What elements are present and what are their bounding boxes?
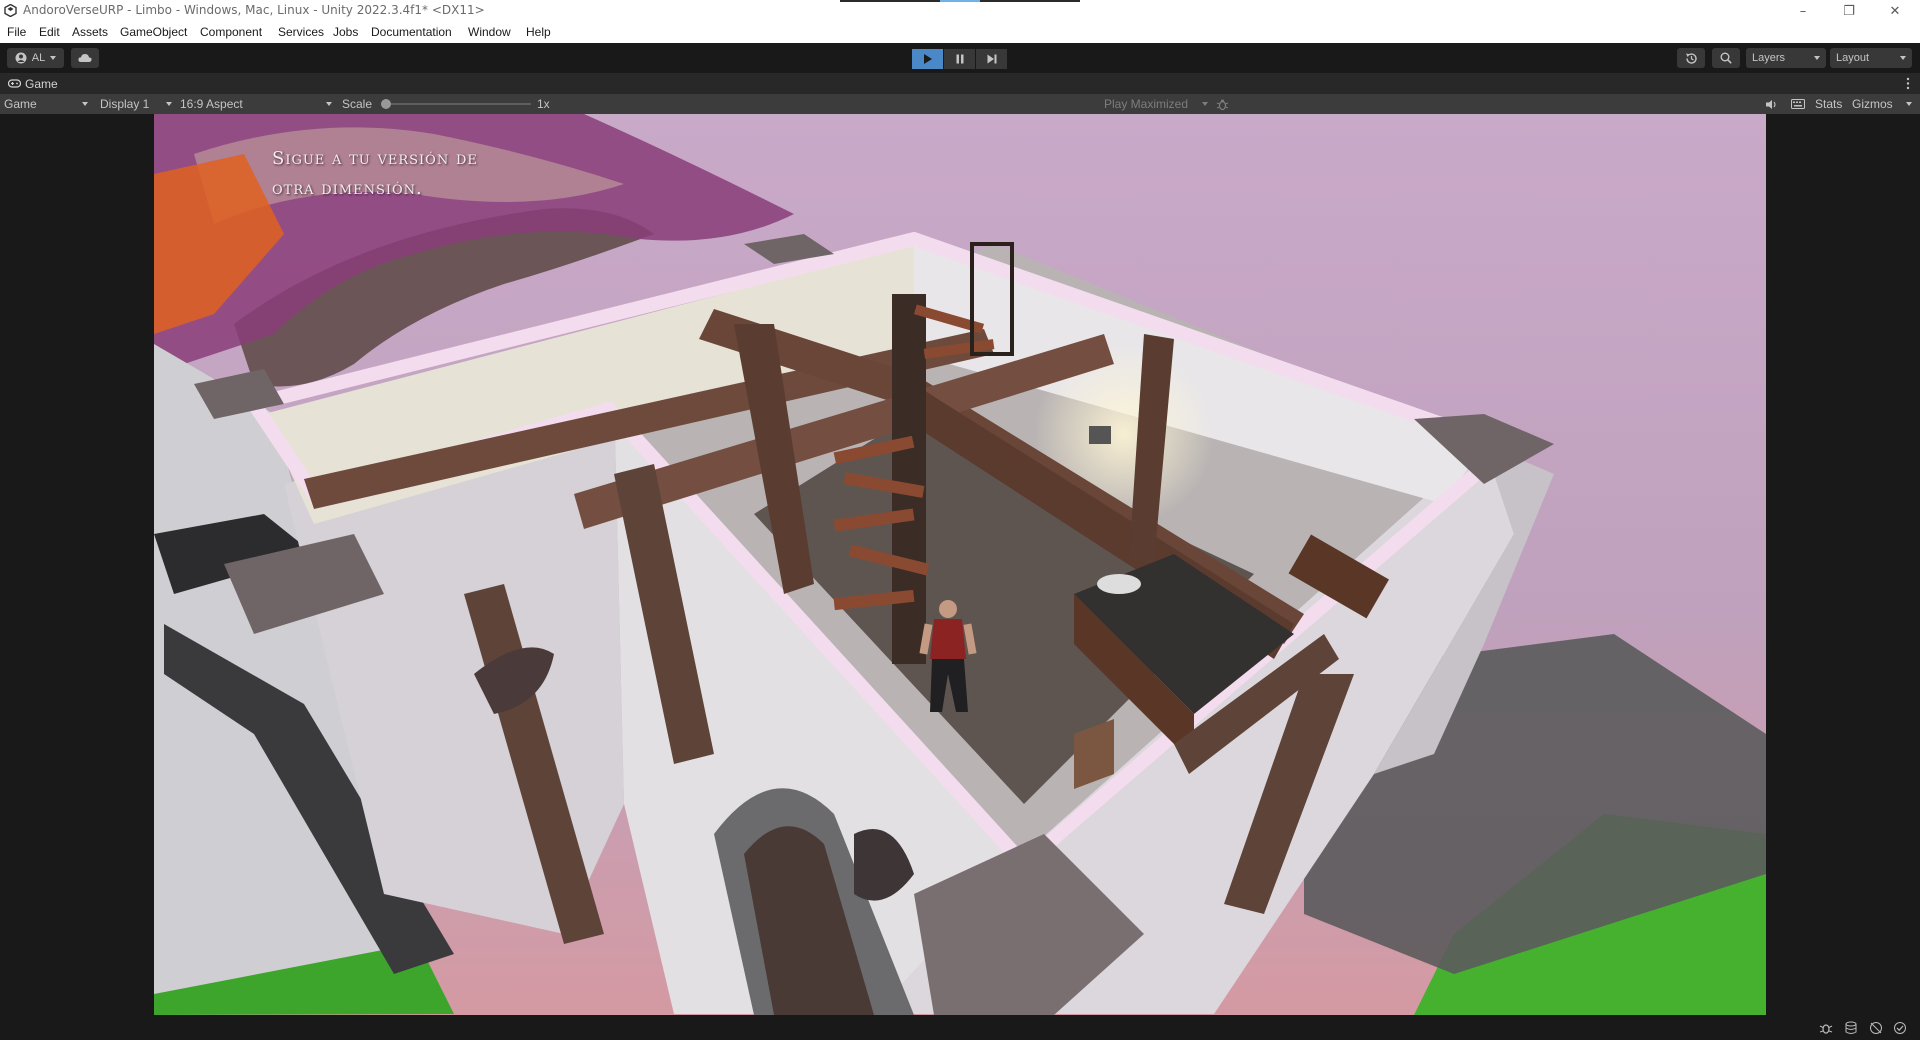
pause-button[interactable] [944, 49, 975, 69]
gamepad-icon [8, 79, 21, 88]
subtitle-line-1: Sigue a tu versión de [272, 148, 478, 169]
scale-slider[interactable] [381, 94, 531, 114]
layout-label: Layout [1836, 52, 1870, 64]
cloud-icon [78, 54, 92, 62]
menu-jobs[interactable]: Jobs [333, 25, 358, 39]
cloud-button[interactable] [71, 48, 99, 68]
more-options-icon[interactable] [1902, 76, 1914, 91]
chevron-down-icon [1814, 56, 1820, 60]
status-bar [0, 1015, 1920, 1040]
account-label: AL [31, 52, 46, 64]
scale-value: 1x [537, 97, 550, 111]
subtitle-text: Sigue a tu versión de otra dimensión. [272, 144, 478, 204]
tab-bar: Game [0, 73, 1920, 94]
play-mode-label: Play Maximized [1104, 97, 1189, 111]
game-scene [154, 114, 1766, 1015]
play-icon [923, 54, 932, 64]
search-icon [1720, 52, 1732, 64]
pause-icon [956, 54, 963, 64]
history-icon [1685, 52, 1697, 64]
view-mode-label: Game [4, 97, 37, 111]
step-button[interactable] [976, 49, 1007, 69]
menu-help[interactable]: Help [526, 25, 551, 39]
menu-window[interactable]: Window [468, 25, 511, 39]
scale-slider-thumb[interactable] [381, 99, 391, 109]
menu-component[interactable]: Component [200, 25, 262, 39]
step-icon [987, 54, 996, 64]
account-icon [15, 52, 27, 64]
minimize-button[interactable]: – [1780, 0, 1826, 22]
chevron-down-icon [166, 102, 172, 106]
aspect-label: 16:9 Aspect [180, 97, 243, 111]
gizmos-button[interactable]: Gizmos [1852, 94, 1893, 114]
restore-button[interactable]: ❐ [1826, 0, 1872, 22]
aspect-dropdown[interactable]: 16:9 Aspect [180, 94, 332, 114]
layout-dropdown[interactable]: Layout [1830, 48, 1912, 68]
menu-documentation[interactable]: Documentation [371, 25, 452, 39]
menu-assets[interactable]: Assets [72, 25, 108, 39]
chevron-down-icon [326, 102, 332, 106]
undo-history-button[interactable] [1677, 48, 1705, 68]
tab-game[interactable]: Game [0, 73, 66, 94]
view-mode-dropdown[interactable]: Game [4, 94, 88, 114]
check-circle-icon[interactable] [1893, 1021, 1907, 1035]
close-button[interactable]: ✕ [1872, 0, 1918, 22]
network-off-icon[interactable] [1869, 1021, 1883, 1035]
layers-label: Layers [1752, 52, 1786, 64]
bug-toggle[interactable] [1216, 94, 1229, 114]
menu-bar: File Edit Assets GameObject Component Se… [0, 22, 1920, 43]
audio-toggle[interactable] [1765, 94, 1778, 114]
tab-game-label: Game [25, 76, 58, 91]
menu-edit[interactable]: Edit [39, 25, 60, 39]
unity-logo-icon [4, 4, 17, 17]
layers-dropdown[interactable]: Layers [1746, 48, 1826, 68]
stats-button[interactable]: Stats [1815, 94, 1842, 114]
scale-label: Scale [342, 97, 373, 111]
keyboard-icon [1791, 99, 1805, 109]
game-viewport[interactable]: Sigue a tu versión de otra dimensión. [154, 114, 1766, 1015]
window-titlebar: AndoroVerseURP - Limbo - Windows, Mac, L… [0, 0, 1920, 22]
menu-file[interactable]: File [7, 25, 26, 39]
subtitle-line-2: otra dimensión. [272, 178, 423, 199]
bug-icon[interactable] [1819, 1021, 1833, 1035]
chevron-down-icon [1906, 102, 1912, 106]
chevron-down-icon [82, 102, 88, 106]
play-button[interactable] [912, 49, 943, 69]
window-title: AndoroVerseURP - Limbo - Windows, Mac, L… [23, 3, 485, 17]
chevron-down-icon [1202, 102, 1208, 106]
menu-gameobject[interactable]: GameObject [120, 25, 187, 39]
menu-services[interactable]: Services [278, 25, 324, 39]
database-icon[interactable] [1844, 1021, 1858, 1035]
account-dropdown[interactable]: AL [7, 48, 64, 68]
bug-icon [1216, 99, 1229, 110]
display-dropdown[interactable]: Display 1 [100, 94, 172, 114]
play-mode-dropdown[interactable]: Play Maximized [1104, 94, 1208, 114]
game-view-toolbar: Game Display 1 16:9 Aspect Scale 1x Play… [0, 94, 1920, 114]
scale-slider-track [381, 103, 531, 105]
display-label: Display 1 [100, 97, 150, 111]
gizmos-dropdown[interactable] [1906, 94, 1912, 114]
chevron-down-icon [1900, 56, 1906, 60]
loading-indicator [840, 0, 1080, 2]
chevron-down-icon [50, 56, 57, 60]
search-button[interactable] [1712, 48, 1740, 68]
keyboard-toggle[interactable] [1791, 94, 1805, 114]
main-toolbar: AL Layers Layout [0, 43, 1920, 73]
speaker-icon [1766, 99, 1776, 109]
